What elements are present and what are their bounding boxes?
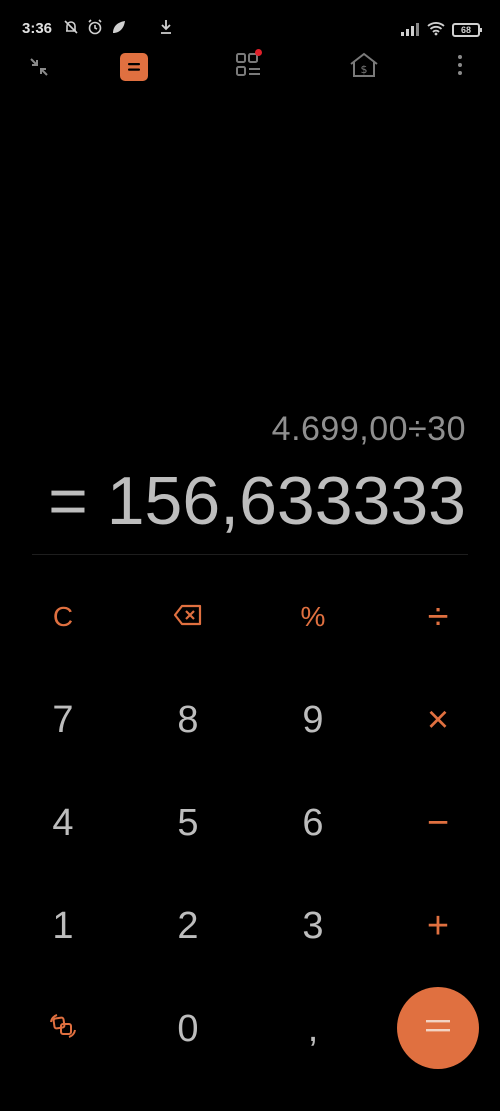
clear-label: C (52, 601, 74, 632)
notification-dot (255, 49, 262, 56)
calculator-mode-button[interactable] (111, 44, 157, 90)
collapse-icon[interactable] (16, 44, 62, 90)
decimal-label: , (307, 1007, 319, 1050)
digit-label: 9 (302, 698, 324, 741)
decimal-comma-button[interactable]: , (263, 979, 363, 1079)
digit-0-button[interactable]: 0 (138, 979, 238, 1079)
calculator-mode-icon (120, 53, 148, 81)
digit-label: 2 (177, 904, 199, 947)
divide-label: ÷ (427, 595, 449, 638)
divide-button[interactable]: ÷ (388, 567, 488, 667)
currency-button[interactable]: $ (341, 44, 387, 90)
more-options-button[interactable] (437, 44, 483, 90)
download-icon (158, 18, 174, 40)
cell-signal-icon (400, 21, 420, 40)
digit-5-button[interactable]: 5 (138, 773, 238, 873)
digit-label: 5 (177, 801, 199, 844)
digit-4-button[interactable]: 4 (13, 773, 113, 873)
digit-label: 7 (52, 698, 74, 741)
battery-icon: 68 (452, 23, 482, 37)
result-display: = 156,633333 (48, 463, 466, 539)
subtract-button[interactable]: − (388, 773, 488, 873)
percent-label: % (300, 601, 326, 632)
digit-2-button[interactable]: 2 (138, 876, 238, 976)
multiply-button[interactable]: × (388, 670, 488, 770)
apps-grid-button[interactable] (226, 44, 272, 90)
digit-label: 3 (302, 904, 324, 947)
equals-icon (426, 1018, 450, 1038)
digit-6-button[interactable]: 6 (263, 773, 363, 873)
digit-7-button[interactable]: 7 (13, 670, 113, 770)
multiply-label: × (426, 698, 450, 741)
display-divider (32, 554, 468, 555)
backspace-button[interactable] (138, 567, 238, 667)
backspace-icon (173, 601, 203, 633)
equals-button[interactable] (397, 987, 479, 1069)
percent-button[interactable]: % (263, 567, 363, 667)
more-icon (457, 54, 463, 80)
digit-label: 1 (52, 904, 74, 947)
digit-9-button[interactable]: 9 (263, 670, 363, 770)
status-time: 3:36 (22, 20, 53, 37)
add-button[interactable]: + (388, 876, 488, 976)
currency-icon: $ (348, 51, 380, 83)
expression-display: 4.699,00÷30 (271, 410, 466, 448)
swap-mode-button[interactable] (13, 979, 113, 1079)
digit-3-button[interactable]: 3 (263, 876, 363, 976)
digit-label: 4 (52, 801, 74, 844)
app-toolbar: $ (0, 44, 500, 90)
wifi-icon (426, 20, 446, 40)
add-label: + (426, 904, 450, 947)
digit-label: 6 (302, 801, 324, 844)
notification-off-icon (62, 18, 80, 40)
digit-label: 8 (177, 698, 199, 741)
alarm-icon (86, 18, 104, 40)
digit-1-button[interactable]: 1 (13, 876, 113, 976)
clear-button[interactable]: C (13, 567, 113, 667)
subtract-label: − (426, 801, 450, 844)
svg-text:$: $ (361, 63, 368, 76)
leaf-icon (110, 18, 128, 40)
digit-label: 0 (177, 1007, 199, 1050)
swap-icon (48, 1012, 78, 1047)
digit-8-button[interactable]: 8 (138, 670, 238, 770)
